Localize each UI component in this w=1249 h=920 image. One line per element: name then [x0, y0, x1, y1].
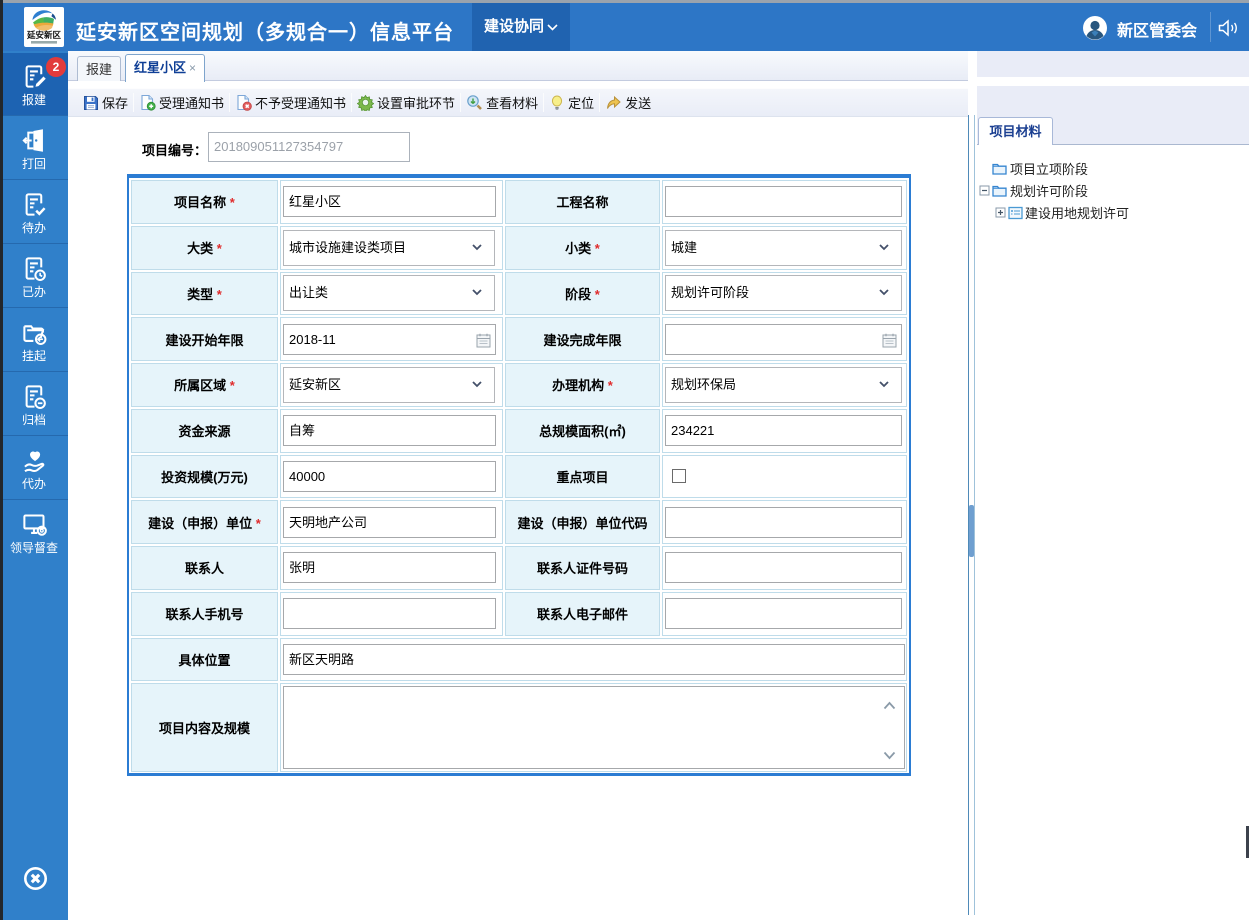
svg-text:延安新区: 延安新区: [26, 30, 62, 40]
